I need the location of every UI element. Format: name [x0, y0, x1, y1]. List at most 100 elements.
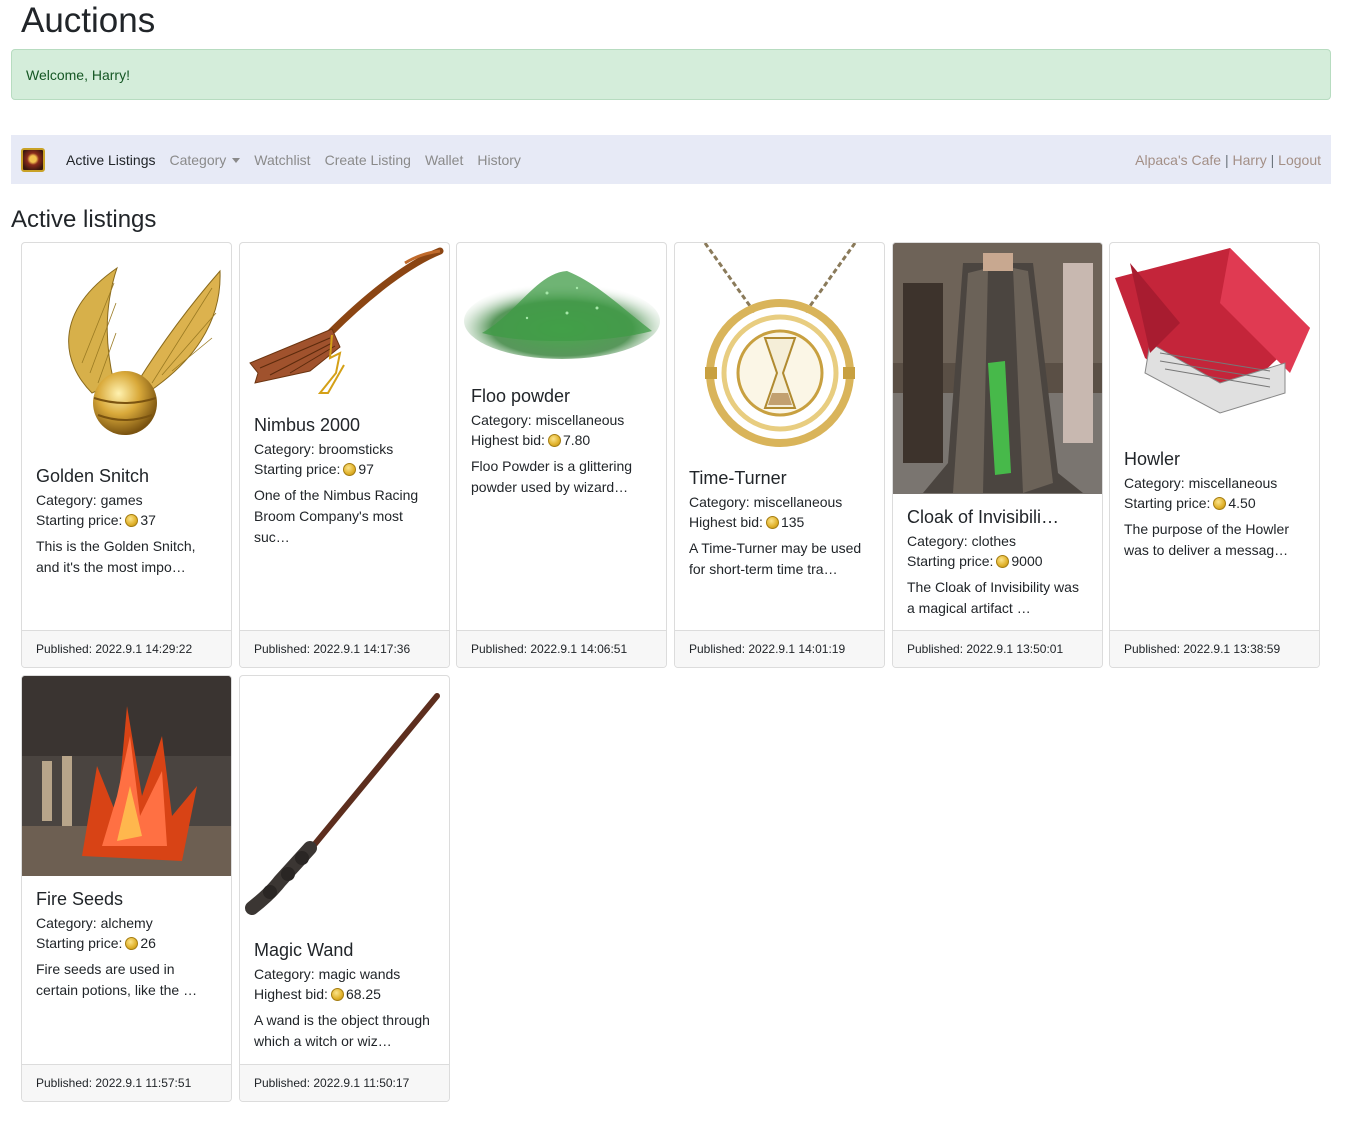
listing-image[interactable] — [675, 243, 884, 455]
separator: | — [1270, 151, 1275, 168]
listing-image[interactable] — [457, 243, 666, 373]
listing-published: Published: 2022.9.1 14:29:22 — [22, 630, 231, 667]
listing-description: The purpose of the Howler was to deliver… — [1124, 521, 1289, 558]
coin-icon — [125, 937, 139, 950]
listing-title[interactable]: Floo powder — [471, 385, 654, 407]
listing-title[interactable]: Fire Seeds — [36, 888, 219, 910]
listing-card[interactable]: Golden Snitch Category: games Starting p… — [21, 242, 232, 668]
section-title: Active listings — [11, 206, 157, 233]
listing-category: Category: broomsticks — [254, 441, 394, 457]
user-profile-link[interactable]: Harry — [1233, 152, 1267, 168]
listing-description: A Time-Turner may be used for short-term… — [689, 540, 862, 577]
listing-price: Highest bid: 135 — [689, 512, 872, 532]
listing-image[interactable] — [240, 676, 449, 926]
listing-card[interactable]: Floo powder Category: miscellaneous High… — [456, 242, 667, 668]
golden-snitch-icon — [68, 266, 221, 435]
red-letter-icon — [1115, 248, 1310, 414]
listing-card[interactable]: Time-Turner Category: miscellaneous High… — [674, 242, 885, 668]
listing-description: This is the Golden Snitch, and it's the … — [36, 538, 196, 575]
listing-category: Category: clothes — [907, 533, 1016, 549]
listing-price: Highest bid: 68.25 — [254, 984, 437, 1004]
listing-card[interactable]: Howler Category: miscellaneous Starting … — [1109, 242, 1320, 668]
listing-published: Published: 2022.9.1 13:50:01 — [893, 630, 1102, 667]
price-label: Highest bid: — [471, 432, 545, 448]
price-label: Starting price: — [36, 512, 123, 528]
listing-published: Published: 2022.9.1 14:01:19 — [675, 630, 884, 667]
page-title: Auctions — [21, 1, 156, 40]
nav-active-listings[interactable]: Active Listings — [66, 152, 155, 168]
listing-title[interactable]: Cloak of Invisibili… — [907, 506, 1090, 528]
welcome-text: Welcome, Harry! — [26, 66, 130, 83]
nav-wallet[interactable]: Wallet — [425, 152, 463, 168]
caret-down-icon — [232, 157, 241, 163]
listing-price: Starting price: 97 — [254, 459, 437, 479]
listing-image[interactable] — [240, 243, 449, 403]
listing-description: The Cloak of Invisibility was a magical … — [907, 579, 1079, 616]
nav-watchlist[interactable]: Watchlist — [254, 152, 310, 168]
nav-create-listing[interactable]: Create Listing — [325, 152, 411, 168]
price-label: Highest bid: — [689, 514, 763, 530]
broomstick-icon — [249, 247, 444, 394]
price-label: Starting price: — [907, 553, 994, 569]
logout-link[interactable]: Logout — [1278, 152, 1321, 168]
listing-price: Highest bid: 7.80 — [471, 430, 654, 450]
listing-title[interactable]: Magic Wand — [254, 939, 437, 961]
listing-published: Published: 2022.9.1 13:38:59 — [1110, 630, 1319, 667]
listing-image[interactable] — [22, 676, 231, 876]
wand-icon — [245, 693, 440, 915]
fire-crystal-icon — [22, 676, 231, 876]
user-menu: Alpaca's Cafe | Harry | Logout — [1135, 152, 1321, 168]
listing-category: Category: games — [36, 492, 143, 508]
listing-title[interactable]: Nimbus 2000 — [254, 414, 437, 436]
listing-published: Published: 2022.9.1 11:50:17 — [240, 1064, 449, 1101]
coin-icon — [125, 514, 139, 527]
price-value: 7.80 — [562, 432, 591, 448]
auction-house-logo-icon[interactable] — [21, 147, 45, 172]
price-label: Highest bid: — [254, 986, 328, 1002]
welcome-alert: Welcome, Harry! — [11, 49, 1331, 100]
listing-category: Category: miscellaneous — [1124, 475, 1278, 491]
price-value: 135 — [780, 514, 805, 530]
price-value: 26 — [140, 935, 156, 951]
coin-icon — [765, 516, 779, 529]
price-value: 97 — [358, 461, 374, 477]
green-powder-icon — [464, 271, 660, 359]
listing-card[interactable]: Nimbus 2000 Category: broomsticks Starti… — [239, 242, 450, 668]
listing-image[interactable] — [893, 243, 1102, 494]
price-label: Starting price: — [36, 935, 123, 951]
listing-price: Starting price: 4.50 — [1124, 493, 1307, 513]
cafe-link[interactable]: Alpaca's Cafe — [1135, 152, 1221, 168]
listing-image[interactable] — [1110, 243, 1319, 438]
listing-category: Category: alchemy — [36, 915, 153, 931]
listing-published: Published: 2022.9.1 11:57:51 — [22, 1064, 231, 1101]
listing-card[interactable]: Magic Wand Category: magic wands Highest… — [239, 675, 450, 1102]
listing-image[interactable] — [22, 243, 231, 453]
coin-icon — [1213, 497, 1227, 510]
listing-category: Category: miscellaneous — [471, 412, 625, 428]
listing-title[interactable]: Time-Turner — [689, 467, 872, 489]
listing-price: Starting price: 26 — [36, 933, 219, 953]
nav-history[interactable]: History — [477, 152, 521, 168]
nav-category-label: Category — [169, 151, 227, 168]
price-value: 37 — [140, 512, 156, 528]
listing-card[interactable]: Fire Seeds Category: alchemy Starting pr… — [21, 675, 232, 1102]
coin-icon — [996, 555, 1010, 568]
listing-category: Category: miscellaneous — [689, 494, 843, 510]
nav-category-dropdown[interactable]: Category — [169, 151, 241, 168]
listing-published: Published: 2022.9.1 14:06:51 — [457, 630, 666, 667]
listing-description: Floo Powder is a glittering powder used … — [471, 458, 633, 495]
listing-category: Category: magic wands — [254, 966, 401, 982]
price-value: 4.50 — [1228, 495, 1256, 511]
listing-price: Starting price: 37 — [36, 510, 219, 530]
listing-description: Fire seeds are used in certain potions, … — [36, 961, 198, 998]
listing-description: A wand is the object through which a wit… — [254, 1012, 430, 1049]
listing-title[interactable]: Howler — [1124, 448, 1307, 470]
listing-card[interactable]: Cloak of Invisibili… Category: clothes S… — [892, 242, 1103, 668]
price-value: 68.25 — [345, 986, 381, 1002]
cloak-icon — [893, 243, 1102, 494]
price-value: 9000 — [1011, 553, 1043, 569]
navbar: Active Listings Category Watchlist Creat… — [11, 135, 1331, 184]
listing-description: One of the Nimbus Racing Broom Company's… — [254, 487, 419, 545]
listing-title[interactable]: Golden Snitch — [36, 465, 219, 487]
listing-published: Published: 2022.9.1 14:17:36 — [240, 630, 449, 667]
